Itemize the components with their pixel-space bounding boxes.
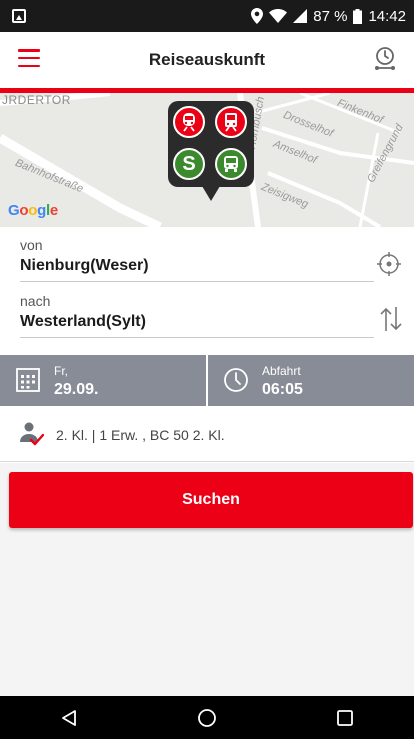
recents-button[interactable] <box>320 700 370 736</box>
menu-icon-bar <box>18 56 40 60</box>
menu-icon-bar <box>18 49 40 52</box>
search-button[interactable]: Suchen <box>9 472 413 528</box>
date-picker[interactable]: Fr, 29.09. <box>0 355 208 406</box>
time-picker[interactable]: Abfahrt 06:05 <box>208 355 414 406</box>
map[interactable]: JRDERTOR Bahnhofstraße Hornbusch Drossel… <box>0 93 414 227</box>
signal-icon <box>293 9 308 23</box>
menu-button[interactable] <box>18 49 40 67</box>
departure-mode-label: Abfahrt <box>262 364 301 378</box>
home-circle-icon <box>198 708 216 727</box>
status-bar: 87 % 14:42 <box>0 0 414 32</box>
clock-icon <box>224 368 248 392</box>
passenger-icon <box>20 422 44 446</box>
back-triangle-icon <box>62 709 76 726</box>
location-icon <box>251 8 264 24</box>
to-label: nach <box>20 293 51 309</box>
clock: 14:42 <box>368 7 406 25</box>
page-title: Reiseauskunft <box>148 50 266 69</box>
passenger-options[interactable]: 2. Kl. | 1 Erw. , BC 50 2. Kl. <box>0 406 414 462</box>
datetime-bar: Fr, 29.09. Abfahrt 06:05 <box>0 355 414 406</box>
recents-square-icon <box>337 709 353 726</box>
route-form: von Nienburg(Weser) nach Westerland(Sylt… <box>0 227 414 355</box>
regional-train-icon[interactable] <box>215 106 247 138</box>
status-indicators: 87 % 14:42 <box>251 0 406 32</box>
home-button[interactable] <box>182 700 232 736</box>
google-logo: Google <box>8 202 58 219</box>
to-value: Westerland(Sylt) <box>20 313 146 330</box>
app-bar: Reiseauskunft <box>0 32 414 88</box>
time-value: 06:05 <box>262 381 303 398</box>
weekday-label: Fr, <box>54 364 68 378</box>
locate-button[interactable] <box>376 251 402 277</box>
battery-icon <box>353 8 363 24</box>
wifi-icon <box>269 9 288 23</box>
image-notification-icon <box>12 9 26 23</box>
calendar-icon <box>16 368 40 392</box>
battery-percent: 87 % <box>313 7 348 25</box>
bus-icon[interactable] <box>215 148 247 180</box>
from-label: von <box>20 237 43 253</box>
timer-button[interactable] <box>370 44 400 74</box>
system-nav-bar <box>0 696 414 739</box>
from-value: Nienburg(Weser) <box>20 257 149 274</box>
clock-timer-icon <box>375 47 395 70</box>
menu-icon-bar <box>18 64 40 67</box>
swap-arrows-icon <box>380 307 402 331</box>
transit-mode-popup[interactable]: S <box>168 101 254 201</box>
s-bahn-icon[interactable]: S <box>173 148 205 180</box>
swap-button[interactable] <box>378 305 404 333</box>
to-field[interactable]: nach Westerland(Sylt) <box>20 293 374 338</box>
map-label-tor: JRDERTOR <box>2 93 71 107</box>
back-button[interactable] <box>44 700 94 736</box>
date-value: 29.09. <box>54 381 99 398</box>
passenger-summary: 2. Kl. | 1 Erw. , BC 50 2. Kl. <box>56 427 225 443</box>
from-field[interactable]: von Nienburg(Weser) <box>20 237 374 282</box>
crosshair-icon <box>377 252 401 276</box>
ice-train-icon[interactable] <box>173 106 205 138</box>
